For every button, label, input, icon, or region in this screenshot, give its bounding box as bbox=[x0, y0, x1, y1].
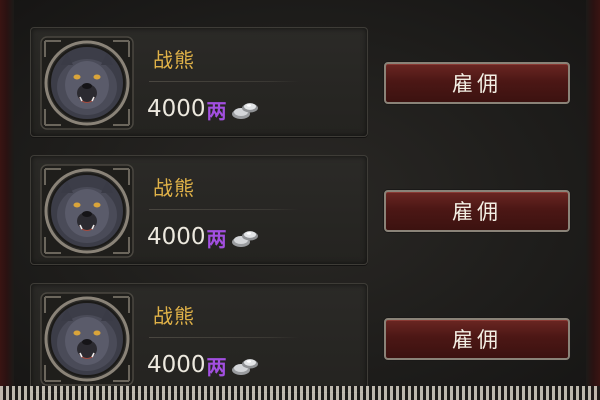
price-amount: 4000 bbox=[147, 352, 206, 378]
price-currency: 两 bbox=[206, 226, 227, 251]
mercenary-price: 4000 两 bbox=[147, 350, 259, 380]
bear-portrait-icon bbox=[39, 163, 135, 259]
mercenary-price: 4000 两 bbox=[147, 94, 259, 124]
hire-button[interactable]: 雇佣 bbox=[384, 190, 570, 232]
silver-ingot-icon bbox=[231, 103, 258, 119]
mercenary-name: 战熊 bbox=[153, 304, 195, 328]
mercenary-card: 战熊 4000 两 bbox=[30, 155, 368, 265]
hire-button[interactable]: 雇佣 bbox=[384, 318, 570, 360]
card-divider bbox=[149, 209, 299, 210]
card-divider bbox=[149, 81, 299, 82]
mercenary-row: 战熊 4000 两 雇佣 bbox=[30, 155, 590, 265]
mercenary-row: 战熊 4000 两 雇佣 bbox=[30, 27, 590, 137]
price-currency: 两 bbox=[206, 98, 227, 123]
frame-edge-bottom bbox=[0, 386, 600, 400]
mercenary-card: 战熊 4000 两 bbox=[30, 283, 368, 393]
bear-portrait-icon bbox=[39, 291, 135, 387]
mercenary-price: 4000 两 bbox=[147, 222, 259, 252]
mercenary-hire-screen: 战熊 4000 两 雇佣 战熊 4000 两 雇佣 战熊 4000 两 雇佣 bbox=[0, 0, 600, 400]
silver-ingot-icon bbox=[231, 231, 258, 247]
price-amount: 4000 bbox=[147, 224, 206, 250]
mercenary-row: 战熊 4000 两 雇佣 bbox=[30, 283, 590, 393]
bear-portrait-icon bbox=[39, 35, 135, 131]
price-currency: 两 bbox=[206, 354, 227, 379]
card-divider bbox=[149, 337, 299, 338]
frame-edge-left bbox=[0, 0, 14, 400]
price-amount: 4000 bbox=[147, 96, 206, 122]
mercenary-name: 战熊 bbox=[153, 176, 195, 200]
mercenary-name: 战熊 bbox=[153, 48, 195, 72]
hire-button[interactable]: 雇佣 bbox=[384, 62, 570, 104]
silver-ingot-icon bbox=[231, 359, 258, 375]
mercenary-card: 战熊 4000 两 bbox=[30, 27, 368, 137]
